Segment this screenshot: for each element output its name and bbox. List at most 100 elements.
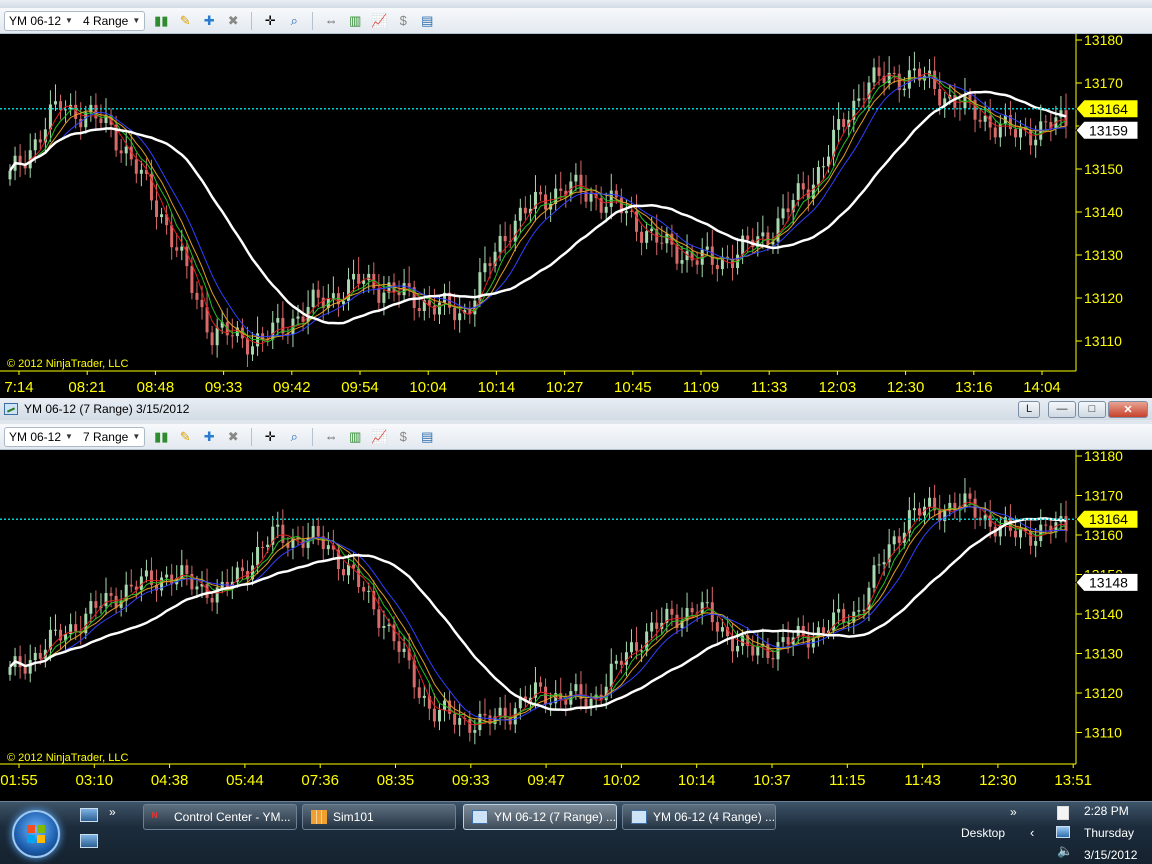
candle-body	[230, 335, 234, 337]
candle-body	[857, 98, 861, 101]
time-tick-label: 09:54	[341, 379, 379, 396]
zoom-icon[interactable]: ⌕	[286, 429, 302, 445]
strategies-icon[interactable]: 📈	[371, 13, 387, 29]
candle-body	[261, 546, 265, 548]
candle-body	[119, 150, 123, 154]
bottom-instrument-selector[interactable]: YM 06-12 ▼	[9, 430, 73, 444]
top-chart-window: YM 06-12 ▼ 4 Range ▼ ▮▮ ✎ ✚ ✖ ✛ ⌕ ⇔ ▥ 📈 $ …	[0, 0, 1152, 34]
candle-body	[882, 562, 886, 565]
indicators-icon[interactable]: ▥	[347, 429, 363, 445]
show-hidden-icons-icon[interactable]: ‹	[1030, 825, 1034, 840]
candle-body	[670, 608, 674, 615]
candle-body	[513, 220, 517, 242]
candle-body	[38, 652, 42, 659]
chart-style-icon[interactable]: ▮▮	[153, 429, 169, 445]
time-tick-label: 08:21	[68, 379, 106, 396]
chart-trader-icon[interactable]: $	[395, 429, 411, 445]
bottom-chart-panel[interactable]: 1318013170131601315013140131301312013110…	[0, 450, 1152, 801]
clock-date[interactable]: 3/15/2012	[1084, 848, 1137, 862]
drawing-pencil-icon[interactable]: ✎	[177, 429, 193, 445]
candle-body	[720, 627, 724, 632]
taskbar-ym-4range[interactable]: YM 06-12 (4 Range) ...	[622, 804, 776, 830]
start-button[interactable]	[12, 810, 60, 858]
candle-body	[210, 597, 214, 603]
bottom-window-titlebar[interactable]: YM 06-12 (7 Range) 3/15/2012 L — □ ✕	[0, 398, 1152, 420]
time-tick-label: 7:14	[4, 379, 33, 396]
minimize-button[interactable]: —	[1048, 400, 1076, 418]
close-button[interactable]: ✕	[1108, 400, 1148, 418]
chart-style-icon[interactable]: ▮▮	[153, 13, 169, 29]
candle-body	[786, 208, 790, 213]
bottom-price-chart[interactable]: 1318013170131601315013140131301312013110…	[0, 450, 1152, 801]
add-strategy-icon[interactable]: ✚	[201, 13, 217, 29]
taskbar-control-center[interactable]: ᴺ Control Center - YM...	[143, 804, 297, 830]
slow-moving-average-line	[8, 90, 1067, 325]
candle-body	[1013, 530, 1017, 538]
strategies-icon[interactable]: 📈	[371, 429, 387, 445]
top-instrument-selector[interactable]: YM 06-12 ▼	[9, 14, 73, 28]
top-price-chart[interactable]: 1318013170131601315013140131301312013110…	[0, 34, 1152, 398]
candle-body	[453, 713, 457, 725]
candle-body	[453, 307, 457, 321]
desktop-toolbar-label[interactable]: Desktop	[961, 826, 1005, 840]
candle-body	[417, 687, 421, 698]
time-tick-label: 04:38	[151, 772, 189, 789]
battery-icon[interactable]	[1057, 806, 1069, 820]
candle-body	[53, 101, 57, 105]
bar-spacing-icon[interactable]: ⇔	[323, 429, 339, 445]
candle-body	[205, 583, 209, 598]
clock-time[interactable]: 2:28 PM	[1084, 804, 1129, 818]
maximize-button[interactable]: □	[1078, 400, 1106, 418]
remove-strategy-icon[interactable]: ✖	[225, 13, 241, 29]
tray-chevron-icon[interactable]: »	[1010, 805, 1017, 819]
quick-launch-chevron-icon[interactable]: »	[109, 805, 116, 819]
candle-body	[710, 602, 714, 623]
zoom-icon[interactable]: ⌕	[286, 13, 302, 29]
candle-body	[609, 190, 613, 207]
network-icon[interactable]	[1056, 826, 1070, 838]
time-tick-label: 10:27	[546, 379, 584, 396]
candle-body	[362, 587, 366, 592]
taskbar-ym-7range[interactable]: YM 06-12 (7 Range) ...	[463, 804, 617, 830]
candle-body	[917, 508, 921, 516]
candle-body	[842, 119, 846, 127]
top-copyright: © 2012 NinjaTrader, LLC	[7, 358, 129, 370]
account-grid-icon	[311, 810, 327, 824]
show-desktop-icon[interactable]	[80, 808, 98, 822]
drawing-pencil-icon[interactable]: ✎	[177, 13, 193, 29]
candle-body	[483, 713, 487, 716]
price-tick-label: 13170	[1084, 488, 1123, 504]
candle-body	[377, 288, 381, 303]
time-tick-label: 13:51	[1054, 772, 1092, 789]
bottom-period-selector[interactable]: 7 Range ▼	[83, 430, 140, 444]
candle-body	[316, 525, 320, 537]
candle-body	[650, 228, 654, 232]
candle-body	[872, 565, 876, 588]
candle-body	[478, 713, 482, 731]
volume-icon[interactable]: 🔈	[1057, 843, 1073, 859]
crosshair-icon[interactable]: ✛	[262, 429, 278, 445]
link-button[interactable]: L	[1018, 400, 1040, 418]
properties-icon[interactable]: ▤	[419, 13, 435, 29]
top-period-selector[interactable]: 4 Range ▼	[83, 14, 140, 28]
candle-body	[104, 593, 108, 607]
remove-strategy-icon[interactable]: ✖	[225, 429, 241, 445]
taskbar-sim101[interactable]: Sim101	[302, 804, 456, 830]
top-chart-panel[interactable]: 1318013170131601315013140131301312013110…	[0, 34, 1152, 398]
crosshair-icon[interactable]: ✛	[262, 13, 278, 29]
chart-trader-icon[interactable]: $	[395, 13, 411, 29]
candle-body	[33, 139, 37, 151]
candle-body	[892, 72, 896, 74]
indicators-icon[interactable]: ▥	[347, 13, 363, 29]
time-tick-label: 11:09	[683, 379, 719, 396]
candle-body	[746, 235, 750, 240]
switch-windows-icon[interactable]	[80, 834, 98, 848]
candle-body	[276, 318, 280, 323]
clock-day[interactable]: Thursday	[1084, 826, 1134, 840]
properties-icon[interactable]: ▤	[419, 429, 435, 445]
candle-body	[276, 524, 280, 527]
bar-spacing-icon[interactable]: ⇔	[323, 13, 339, 29]
add-strategy-icon[interactable]: ✚	[201, 429, 217, 445]
candle-body	[33, 652, 37, 661]
candle-body	[1013, 129, 1017, 138]
